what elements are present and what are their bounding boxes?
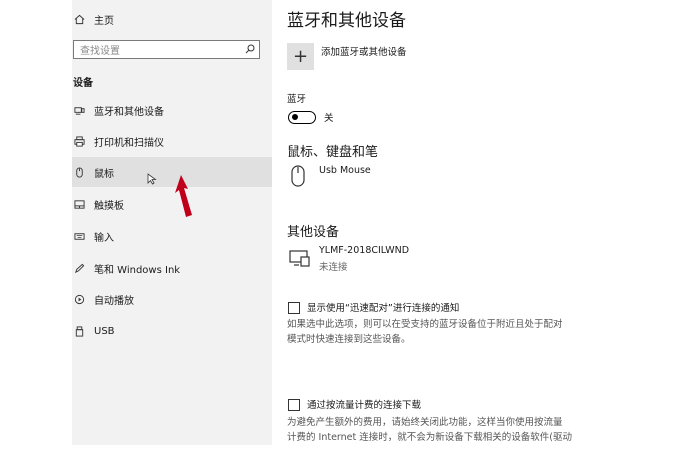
sidebar-item-label: 自动播放 [94,295,134,307]
search-icon [245,44,255,54]
printer-icon [73,135,85,147]
display-device-icon [289,250,310,267]
metered-download-checkbox[interactable] [288,399,300,411]
bluetooth-state: 关 [324,113,334,124]
bluetooth-label: 蓝牙 [287,94,307,105]
other-device-status: 未连接 [319,262,348,273]
mouse-section-heading: 鼠标、键盘和笔 [287,145,379,160]
keyboard-icon [73,230,85,242]
swift-pair-checkbox[interactable] [288,302,300,314]
sidebar-item-usb[interactable]: USB [72,316,272,346]
sidebar-item-label: 蓝牙和其他设备 [94,106,164,118]
sidebar-item-autoplay[interactable]: 自动播放 [72,284,272,314]
other-device-name[interactable]: YLMF-2018CILWND [319,245,409,256]
metered-download-label[interactable]: 通过按流量计费的连接下载 [307,397,421,411]
other-section-heading: 其他设备 [287,225,340,240]
plus-icon: + [292,46,309,67]
sidebar-item-typing[interactable]: 输入 [72,221,272,251]
sidebar-item-label: 笔和 Windows Ink [94,264,181,276]
mouse-device-name[interactable]: Usb Mouse [319,165,371,176]
sidebar-item-label: 打印机和扫描仪 [94,137,164,149]
metered-desc-1: 为避免产生额外的费用，请始终关闭此功能，这样当你使用按流量 [287,417,563,428]
sidebar-home[interactable]: 主页 [72,4,272,34]
sidebar: 主页 蓝牙和其他设备 打印机和扫描仪 鼠标 触摸板 输入 笔和 Windows … [72,0,272,445]
sidebar-item-label: USB [94,325,115,337]
usb-icon [73,325,85,337]
sidebar-item-label: 触摸板 [94,200,124,212]
add-device-button[interactable]: + [287,43,314,70]
search-input[interactable]: 查找设置 [73,40,260,59]
bluetooth-devices-icon [73,104,85,116]
add-device-label[interactable]: 添加蓝牙或其他设备 [321,44,407,58]
swift-pair-desc-2: 模式时快速连接到这些设备。 [287,334,411,345]
swift-pair-label[interactable]: 显示使用“迅速配对”进行连接的通知 [307,300,459,314]
touchpad-icon [73,198,85,210]
sidebar-item-label: 输入 [94,232,114,244]
swift-pair-desc-1: 如果选中此选项，则可以在受支持的蓝牙设备位于附近且处于配对 [287,319,563,330]
pen-icon [73,262,85,274]
page-title: 蓝牙和其他设备 [287,11,406,31]
sidebar-item-label: 鼠标 [94,168,114,180]
sidebar-item-printers[interactable]: 打印机和扫描仪 [72,126,272,156]
sidebar-item-bluetooth[interactable]: 蓝牙和其他设备 [72,95,272,125]
search-placeholder: 查找设置 [80,46,120,57]
metered-desc-2: 计费的 Internet 连接时，就不会为新设备下载相关的设备软件(驱动 [287,432,572,443]
mouse-device-icon [291,165,305,187]
home-icon [73,13,85,25]
sidebar-item-pen[interactable]: 笔和 Windows Ink [72,253,272,283]
bluetooth-toggle[interactable] [288,111,316,124]
mouse-cursor-icon [147,173,157,185]
sidebar-home-label: 主页 [94,15,114,27]
autoplay-icon [73,293,85,305]
mouse-icon [73,166,85,178]
red-pointer-arrow-icon [175,175,192,217]
section-label: 设备 [73,78,93,89]
toggle-knob [292,114,298,120]
